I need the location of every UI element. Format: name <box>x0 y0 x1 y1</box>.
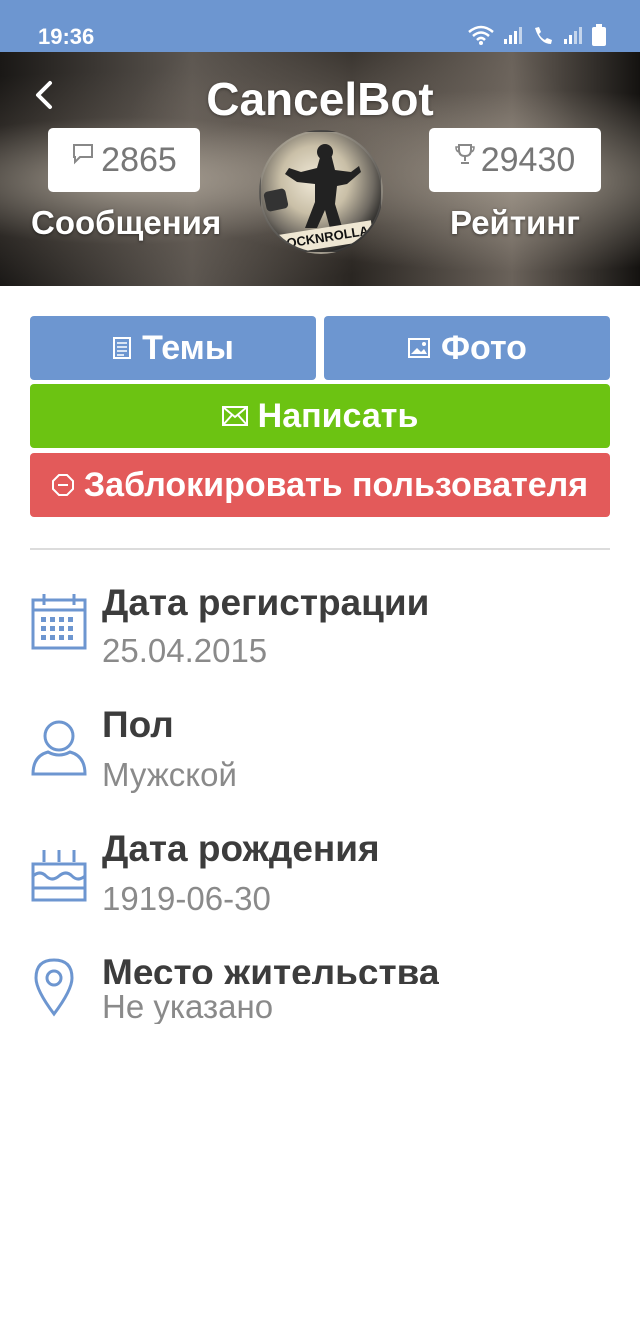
info-row-birth-date: Дата рождения 1919-06-30 <box>0 826 640 936</box>
envelope-icon <box>221 406 248 426</box>
info-title: Место жительства <box>102 952 440 984</box>
write-message-label: Написать <box>257 396 419 435</box>
block-octagon-icon <box>51 474 74 496</box>
battery-icon <box>592 24 606 46</box>
info-title: Дата рождения <box>102 828 380 869</box>
block-user-label: Заблокировать пользователя <box>83 465 589 504</box>
info-row-registration-date: Дата регистрации 25.04.2015 <box>0 580 640 690</box>
photo-icon <box>408 338 431 358</box>
user-icon <box>31 720 87 776</box>
info-row-residence: Место жительства Не указано <box>0 950 640 1060</box>
status-time: 19:36 <box>38 24 95 49</box>
photo-button[interactable]: Фото <box>324 316 610 380</box>
birthday-cake-icon <box>31 850 87 902</box>
section-divider <box>30 548 610 550</box>
comment-icon <box>73 144 94 165</box>
avatar[interactable]: ROCKNROLLA <box>259 130 383 254</box>
calendar-icon <box>31 594 87 650</box>
messages-count-box[interactable]: 2865 <box>48 128 200 192</box>
block-user-button[interactable]: Заблокировать пользователя <box>30 453 610 517</box>
volte-call-icon <box>535 27 552 44</box>
status-bar: 19:36 <box>0 0 640 52</box>
rating-count: 29430 <box>480 140 576 179</box>
profile-header: CancelBot 2865 Сообщения ROCKNROLLA 2943… <box>0 52 640 286</box>
avatar-image: ROCKNROLLA <box>263 144 374 252</box>
signal-icon <box>504 27 522 44</box>
messages-count: 2865 <box>101 140 177 179</box>
info-value: Не указано <box>102 988 274 1024</box>
write-message-button[interactable]: Написать <box>30 384 610 448</box>
topics-button[interactable]: Темы <box>30 316 316 380</box>
photo-label: Фото <box>441 328 527 367</box>
rating-count-box[interactable]: 29430 <box>429 128 601 192</box>
signal-icon-2 <box>564 27 582 44</box>
info-value: Мужской <box>102 756 237 793</box>
info-value: 25.04.2015 <box>102 632 268 669</box>
messages-label: Сообщения <box>31 204 222 241</box>
info-title: Дата регистрации <box>102 582 430 623</box>
rating-label: Рейтинг <box>450 204 580 241</box>
info-value: 1919-06-30 <box>102 880 271 917</box>
info-title: Пол <box>102 704 174 745</box>
profile-username: CancelBot <box>206 73 434 125</box>
info-row-gender: Пол Мужской <box>0 702 640 812</box>
wifi-icon <box>468 25 494 45</box>
location-pin-icon <box>34 958 74 1017</box>
topics-label: Темы <box>142 328 234 367</box>
trophy-icon <box>454 144 475 164</box>
status-icons <box>468 22 606 48</box>
document-icon <box>113 337 132 359</box>
